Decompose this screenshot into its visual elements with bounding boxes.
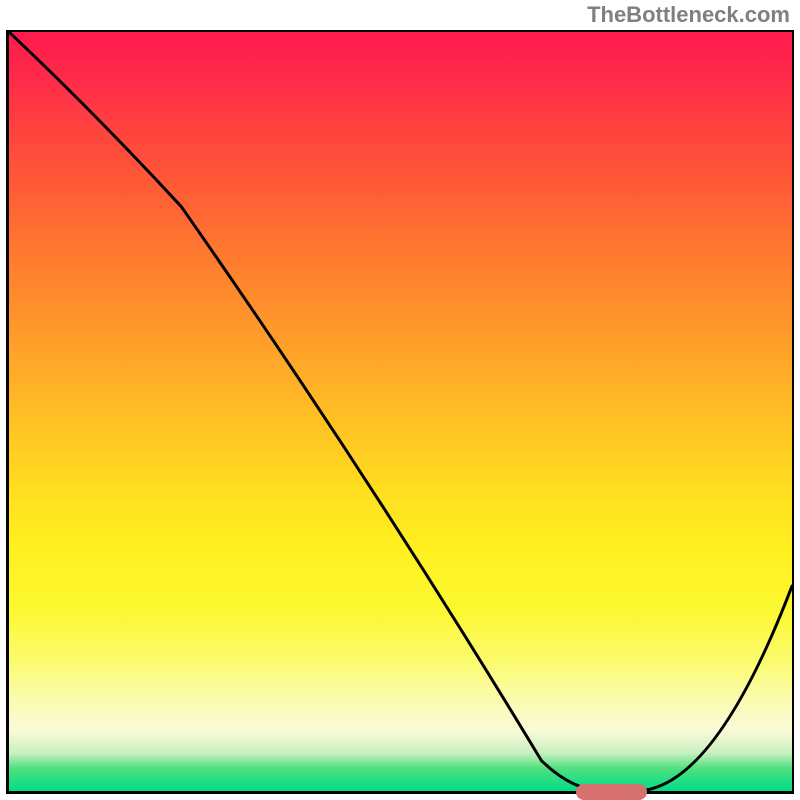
- bottleneck-curve-line: [9, 32, 792, 791]
- chart-plot-area: [6, 30, 794, 794]
- curve-path: [9, 32, 792, 791]
- optimal-range-marker: [576, 784, 647, 800]
- watermark-text: TheBottleneck.com: [587, 2, 790, 28]
